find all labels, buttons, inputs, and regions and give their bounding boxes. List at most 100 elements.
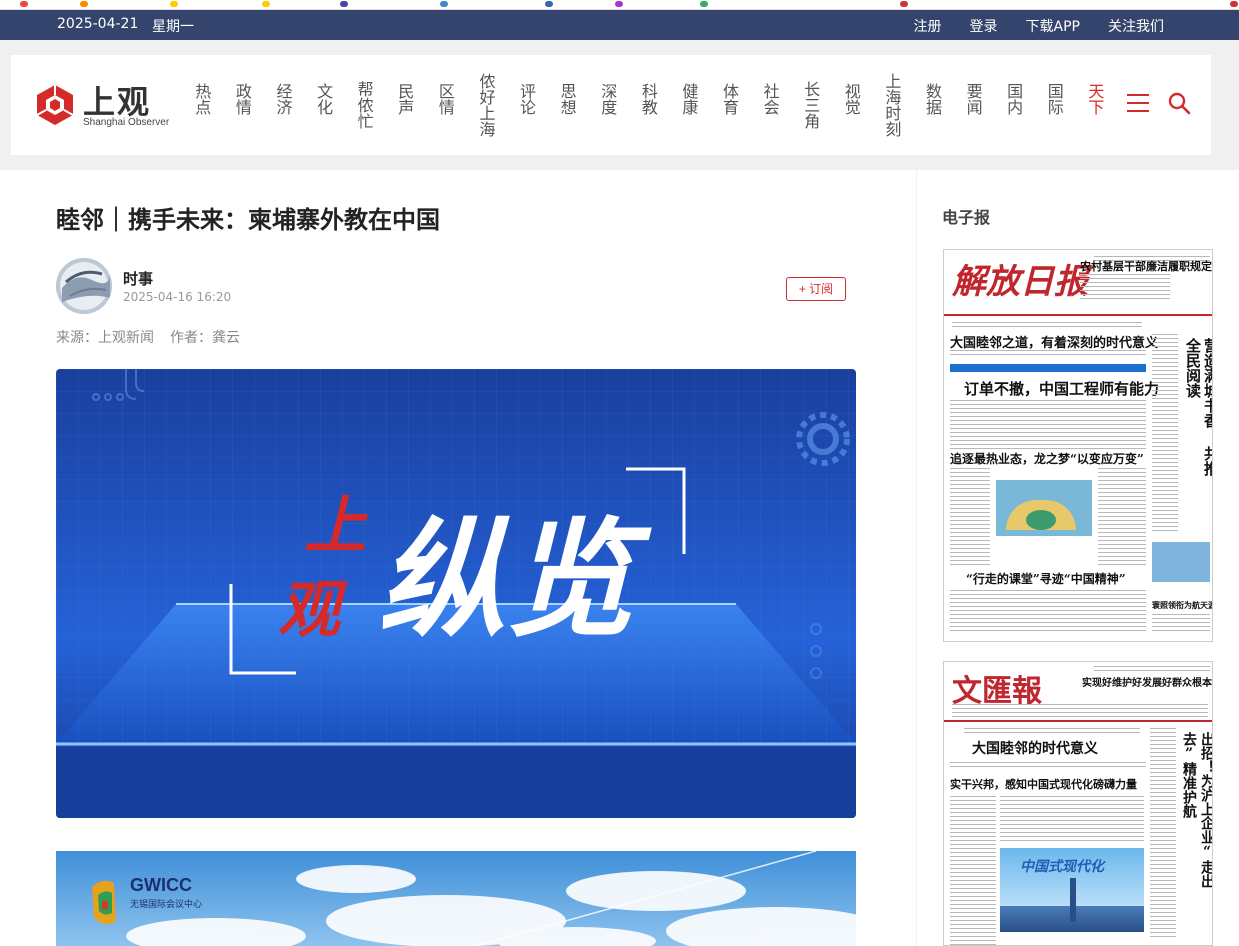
site-logo[interactable]: 上观 Shanghai Observer bbox=[33, 77, 169, 133]
nav-item-thought[interactable]: 思想 bbox=[546, 55, 587, 155]
article-writer: 作者：龚云 bbox=[170, 330, 240, 346]
search-icon[interactable] bbox=[1167, 91, 1191, 115]
bookmark-icon[interactable] bbox=[545, 1, 553, 7]
nav-item-data[interactable]: 数据 bbox=[912, 55, 953, 155]
source-line: 来源：上观新闻 作者：龚云 bbox=[56, 327, 240, 347]
paper-side-small: 寰照领衔为航天源 铸造超级心脏 bbox=[1152, 600, 1213, 610]
current-date: 2025-04-21 bbox=[57, 16, 139, 32]
paper-image-caption: 中国式现代化 bbox=[1020, 859, 1104, 875]
bookmark-icon[interactable] bbox=[170, 1, 178, 7]
bookmark-icon[interactable] bbox=[340, 1, 348, 7]
nav-item-hot[interactable]: 热点 bbox=[181, 55, 222, 155]
nav-item-label: 文化 bbox=[314, 83, 334, 115]
second-img-logo-sub: 无锡国际会议中心 bbox=[130, 898, 202, 910]
author-name[interactable]: 时事 bbox=[123, 268, 153, 289]
paper-headline-2: 实干兴邦，感知中国式现代化磅礴力量 bbox=[950, 778, 1137, 791]
bookmark-icon[interactable] bbox=[262, 1, 270, 7]
top-bar: 2025-04-21 星期一 注册 登录 下载APP 关注我们 bbox=[0, 10, 1239, 40]
logo-english: Shanghai Observer bbox=[83, 117, 170, 128]
nav-item-label: 科教 bbox=[638, 83, 658, 115]
bookmarks-bar bbox=[0, 0, 1239, 10]
sidebar: 电子报 解放日报 农村基层干部廉洁履职规定发布 大国睦邻之道，有着深刻的时代意义… bbox=[917, 170, 1239, 946]
second-article-image: GWICC 无锡国际会议中心 bbox=[56, 851, 856, 946]
nav-item-international[interactable]: 国际 bbox=[1033, 55, 1074, 155]
bookmark-icon[interactable] bbox=[900, 1, 908, 7]
nav-item-label: 健康 bbox=[679, 83, 699, 115]
nav-item-label: 国际 bbox=[1044, 83, 1064, 115]
nav-item-label: 政情 bbox=[232, 83, 252, 115]
hero-image: 上 观 纵览 bbox=[56, 369, 856, 818]
nav-item-label: 天下 bbox=[1085, 83, 1105, 115]
nav-item-label: 帮侬忙 bbox=[354, 81, 374, 129]
nav-item-label: 深度 bbox=[598, 83, 618, 115]
sidebar-title: 电子报 bbox=[942, 208, 991, 227]
nav-item-culture[interactable]: 文化 bbox=[303, 55, 344, 155]
nav-item-label: 长三角 bbox=[801, 81, 821, 129]
login-link[interactable]: 登录 bbox=[970, 16, 998, 36]
epaper-wenhui-daily[interactable]: 文匯報 实现好维护好发展好群众根本利益 大国睦邻的时代意义 实干兴邦，感知中国式… bbox=[943, 661, 1213, 946]
nav-item-label: 视觉 bbox=[841, 83, 861, 115]
nav-item-politics[interactable]: 政情 bbox=[222, 55, 263, 155]
paper-headline-2: 订单不撤，中国工程师有能力 bbox=[964, 380, 1160, 398]
register-link[interactable]: 注册 bbox=[914, 16, 942, 36]
current-weekday: 星期一 bbox=[152, 19, 194, 35]
bookmark-icon[interactable] bbox=[1230, 1, 1238, 7]
paper-top-headline: 实现好维护好发展好群众根本利益 bbox=[1082, 678, 1212, 689]
nav-item-label: 评论 bbox=[517, 83, 537, 115]
nav-item-domestic[interactable]: 国内 bbox=[993, 55, 1034, 155]
nav-item-label: 侬好上海 bbox=[476, 73, 496, 137]
nav-item-help[interactable]: 帮侬忙 bbox=[343, 55, 384, 155]
article-source: 来源：上观新闻 bbox=[56, 330, 154, 346]
nav-item-public-voice[interactable]: 民声 bbox=[384, 55, 425, 155]
nav-item-science-edu[interactable]: 科教 bbox=[628, 55, 669, 155]
nav-item-yangtze-delta[interactable]: 长三角 bbox=[790, 55, 831, 155]
nav-item-headlines[interactable]: 要闻 bbox=[952, 55, 993, 155]
subscribe-button[interactable]: + 订阅 bbox=[786, 277, 846, 301]
hero-text-guan: 观 bbox=[278, 573, 348, 646]
paper-headline-4: “行走的课堂”寻迹“中国精神” bbox=[966, 572, 1126, 586]
nav-item-economy[interactable]: 经济 bbox=[262, 55, 303, 155]
paper-masthead: 解放日报 bbox=[952, 262, 1088, 302]
second-img-logo: GWICC bbox=[130, 875, 192, 895]
nav-item-label: 区情 bbox=[435, 83, 455, 115]
nav-item-society[interactable]: 社会 bbox=[749, 55, 790, 155]
bookmark-icon[interactable] bbox=[440, 1, 448, 7]
article-content: 睦邻｜携手未来：柬埔寨外教在中国 时事 2025-04-16 16:20 + 订… bbox=[0, 170, 916, 946]
nav-item-visual[interactable]: 视觉 bbox=[831, 55, 872, 155]
nav-item-health[interactable]: 健康 bbox=[668, 55, 709, 155]
epaper-jiefang-daily[interactable]: 解放日报 农村基层干部廉洁履职规定发布 大国睦邻之道，有着深刻的时代意义 订单不… bbox=[943, 249, 1213, 642]
paper-top-headline: 农村基层干部廉洁履职规定发布 bbox=[1080, 260, 1212, 273]
nav-item-label: 国内 bbox=[1004, 83, 1024, 115]
nav-item-label: 思想 bbox=[557, 83, 577, 115]
nav-item-shanghai-moment[interactable]: 上海时刻 bbox=[871, 55, 912, 155]
hero-text-shang: 上 bbox=[304, 489, 368, 562]
bookmark-icon[interactable] bbox=[20, 1, 28, 7]
nav-item-hello-shanghai[interactable]: 侬好上海 bbox=[465, 55, 506, 155]
paper-side-headline: 出招！为沪上企业“走出去”精准护航 bbox=[1181, 732, 1213, 888]
bookmark-icon[interactable] bbox=[80, 1, 88, 7]
publish-time: 2025-04-16 16:20 bbox=[123, 290, 232, 304]
main-navbar: 上观 Shanghai Observer 热点 政情 经济 文化 帮侬忙 民声 … bbox=[11, 55, 1211, 155]
nav-item-label: 热点 bbox=[192, 83, 212, 115]
avatar-image bbox=[56, 258, 112, 314]
bookmark-icon[interactable] bbox=[700, 1, 708, 7]
nav-menu: 热点 政情 经济 文化 帮侬忙 民声 区情 侬好上海 评论 思想 深度 科教 健… bbox=[181, 55, 1115, 155]
nav-item-label: 上海时刻 bbox=[882, 73, 902, 137]
nav-item-sports[interactable]: 体育 bbox=[709, 55, 750, 155]
paper-headline-3: 追逐最热业态，龙之梦“以变应万变” bbox=[950, 452, 1144, 466]
author-avatar[interactable] bbox=[56, 258, 112, 314]
bookmark-icon[interactable] bbox=[615, 1, 623, 7]
nav-item-label: 社会 bbox=[760, 83, 780, 115]
download-app-link[interactable]: 下载APP bbox=[1026, 16, 1080, 36]
nav-item-world[interactable]: 天下 bbox=[1074, 55, 1115, 155]
nav-item-commentary[interactable]: 评论 bbox=[506, 55, 547, 155]
menu-icon[interactable] bbox=[1127, 93, 1149, 113]
nav-item-label: 体育 bbox=[720, 83, 740, 115]
nav-item-label: 经济 bbox=[273, 83, 293, 115]
nav-item-district[interactable]: 区情 bbox=[425, 55, 466, 155]
hero-text-zonglan: 纵览 bbox=[378, 506, 652, 655]
paper-headline-1: 大国睦邻的时代意义 bbox=[972, 741, 1098, 757]
follow-us-link[interactable]: 关注我们 bbox=[1108, 16, 1164, 36]
nav-item-depth[interactable]: 深度 bbox=[587, 55, 628, 155]
logo-mark-icon bbox=[36, 85, 74, 125]
